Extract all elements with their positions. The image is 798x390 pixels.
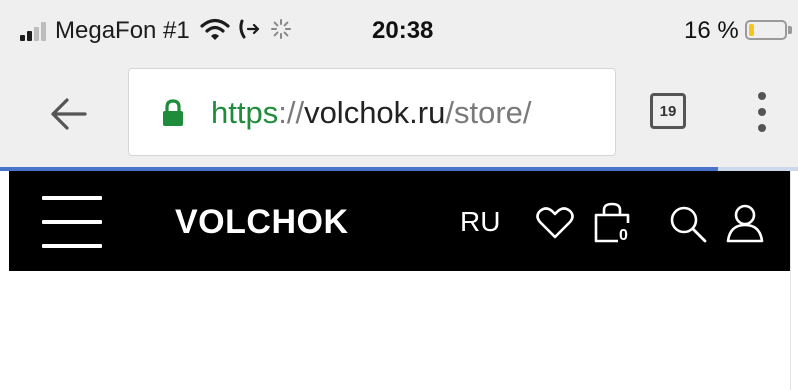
- call-forward-icon: [238, 18, 262, 45]
- back-button[interactable]: [48, 94, 90, 134]
- status-time: 20:38: [372, 17, 434, 44]
- heart-icon[interactable]: [536, 206, 574, 245]
- battery-level: [749, 24, 754, 36]
- battery-percent: 16 %: [684, 17, 739, 44]
- search-icon[interactable]: [668, 204, 708, 249]
- language-switcher[interactable]: RU: [460, 206, 500, 238]
- user-icon[interactable]: [724, 203, 766, 248]
- site-header: VOLCHOK RU 0: [9, 171, 790, 271]
- status-left: MegaFon #1: [20, 14, 300, 48]
- battery-icon: [745, 20, 787, 40]
- wifi-icon: [200, 18, 230, 45]
- activity-spinner-icon: [270, 18, 292, 45]
- url-host: volchok.ru: [304, 95, 446, 130]
- carrier-name: MegaFon #1: [55, 17, 190, 44]
- battery-nub: [788, 26, 792, 34]
- cart-count-badge: 0: [619, 227, 628, 244]
- url-text: https://volchok.ru/store/: [211, 95, 532, 131]
- address-bar[interactable]: https://volchok.ru/store/: [128, 68, 616, 156]
- tab-switcher-button[interactable]: 19: [650, 93, 686, 129]
- url-scheme: https: [211, 95, 279, 130]
- scroll-edge: [790, 171, 798, 390]
- page-content-area: [0, 271, 798, 390]
- lock-icon: [161, 99, 185, 132]
- url-path: /store/: [445, 95, 532, 130]
- signal-icon: [20, 21, 48, 41]
- hamburger-menu-icon[interactable]: [42, 196, 102, 248]
- back-arrow-icon: [51, 98, 87, 130]
- status-bar: MegaFon #1 20:38 16 %: [0, 0, 798, 62]
- site-logo[interactable]: VOLCHOK: [175, 203, 349, 242]
- url-separator: ://: [278, 95, 305, 130]
- overflow-menu-icon[interactable]: [752, 92, 772, 132]
- browser-toolbar: https://volchok.ru/store/ 19: [0, 62, 798, 167]
- tab-count: 19: [659, 102, 677, 120]
